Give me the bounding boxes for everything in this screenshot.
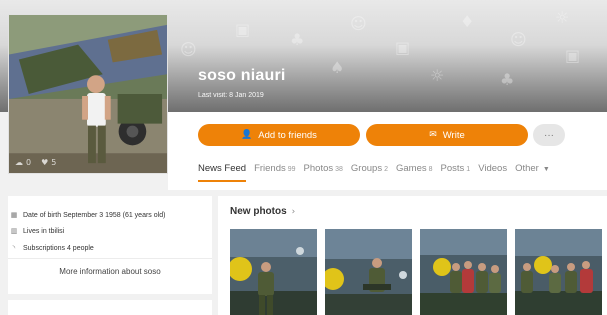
last-visit: Last visit: 8 Jan 2019 bbox=[198, 92, 264, 99]
tab-other[interactable]: Other ▼ bbox=[515, 163, 550, 182]
photo-thumbnail[interactable] bbox=[420, 229, 507, 315]
add-to-friends-label: Add to friends bbox=[258, 129, 317, 141]
tab-news-feed[interactable]: News Feed bbox=[198, 163, 247, 182]
comment-icon: ☁ bbox=[15, 158, 23, 167]
dob-text: Date of birth September 3 1958 (61 years… bbox=[23, 211, 166, 219]
chevron-right-icon: › bbox=[291, 206, 296, 217]
tab-label: Videos bbox=[478, 163, 508, 174]
avatar-comments-count: 0 bbox=[26, 158, 32, 167]
tab-count: 38 bbox=[335, 166, 343, 173]
photo-thumbnail[interactable] bbox=[515, 229, 602, 315]
building-icon: ▥ bbox=[10, 227, 18, 235]
profile-tabs: News Feed Friends 99 Photos 38 Groups 2 … bbox=[198, 163, 550, 182]
tab-count: 2 bbox=[384, 166, 388, 173]
tab-label: News Feed bbox=[198, 163, 247, 174]
photo-image bbox=[515, 229, 602, 315]
envelope-icon: ✉ bbox=[429, 130, 437, 140]
divider bbox=[8, 258, 212, 259]
tab-label: Groups bbox=[350, 163, 383, 174]
add-to-friends-button[interactable]: 👤 Add to friends bbox=[198, 124, 360, 146]
avatar-likes-count: 5 bbox=[51, 158, 57, 167]
tab-posts[interactable]: Posts 1 bbox=[441, 163, 471, 182]
rss-icon: ◝ bbox=[12, 244, 16, 252]
avatar-comments: ☁ 0 bbox=[15, 158, 31, 167]
tab-label: Photos bbox=[303, 163, 334, 174]
chevron-down-icon: ▼ bbox=[542, 166, 550, 173]
lives-text: Lives in tbilisi bbox=[23, 227, 65, 235]
tab-count: 8 bbox=[428, 166, 433, 173]
avatar-stats: ☁ 0 ♥ 5 bbox=[15, 158, 56, 167]
avatar-photo bbox=[9, 15, 167, 173]
tab-label: Posts bbox=[440, 163, 465, 174]
more-actions-button[interactable]: ··· bbox=[533, 124, 565, 146]
tab-label: Games bbox=[395, 163, 427, 174]
new-photos-title[interactable]: New photos › bbox=[230, 206, 295, 217]
tab-games[interactable]: Games 8 bbox=[396, 163, 433, 182]
new-photos-label: New photos bbox=[230, 206, 287, 217]
new-photos-card: New photos › bbox=[218, 196, 607, 315]
write-label: Write bbox=[442, 129, 465, 141]
tab-groups[interactable]: Groups 2 bbox=[351, 163, 388, 182]
photo-image bbox=[420, 229, 507, 315]
tab-count: 99 bbox=[287, 166, 296, 173]
photo-image bbox=[325, 229, 412, 315]
like-icon: ♥ bbox=[41, 158, 49, 167]
avatar-likes: ♥ 5 bbox=[41, 158, 56, 167]
calendar-icon: ▦ bbox=[10, 211, 18, 219]
more-info-link[interactable]: More information about soso bbox=[8, 267, 212, 276]
subscriptions-text: Subscriptions 4 people bbox=[23, 244, 94, 252]
tab-label: Friends bbox=[254, 163, 286, 174]
tab-label: Other bbox=[515, 163, 539, 174]
profile-avatar[interactable]: ☁ 0 ♥ 5 bbox=[8, 14, 168, 174]
info-lives: ▥ Lives in tbilisi bbox=[10, 227, 65, 235]
tab-photos[interactable]: Photos 38 bbox=[304, 163, 343, 182]
info-dob: ▦ Date of birth September 3 1958 (61 yea… bbox=[10, 211, 166, 219]
tab-friends[interactable]: Friends 99 bbox=[254, 163, 295, 182]
tab-videos[interactable]: Videos bbox=[478, 163, 507, 182]
tab-count: 1 bbox=[466, 166, 471, 173]
secondary-card bbox=[8, 300, 212, 315]
profile-name: soso niauri bbox=[198, 67, 286, 84]
add-user-icon: 👤 bbox=[241, 130, 253, 140]
info-subscriptions[interactable]: ◝ Subscriptions 4 people bbox=[10, 244, 94, 252]
photo-thumbnail[interactable] bbox=[230, 229, 317, 315]
photo-image bbox=[230, 229, 317, 315]
about-card: ▦ Date of birth September 3 1958 (61 yea… bbox=[8, 196, 212, 294]
photo-thumbnail[interactable] bbox=[325, 229, 412, 315]
write-message-button[interactable]: ✉ Write bbox=[366, 124, 528, 146]
